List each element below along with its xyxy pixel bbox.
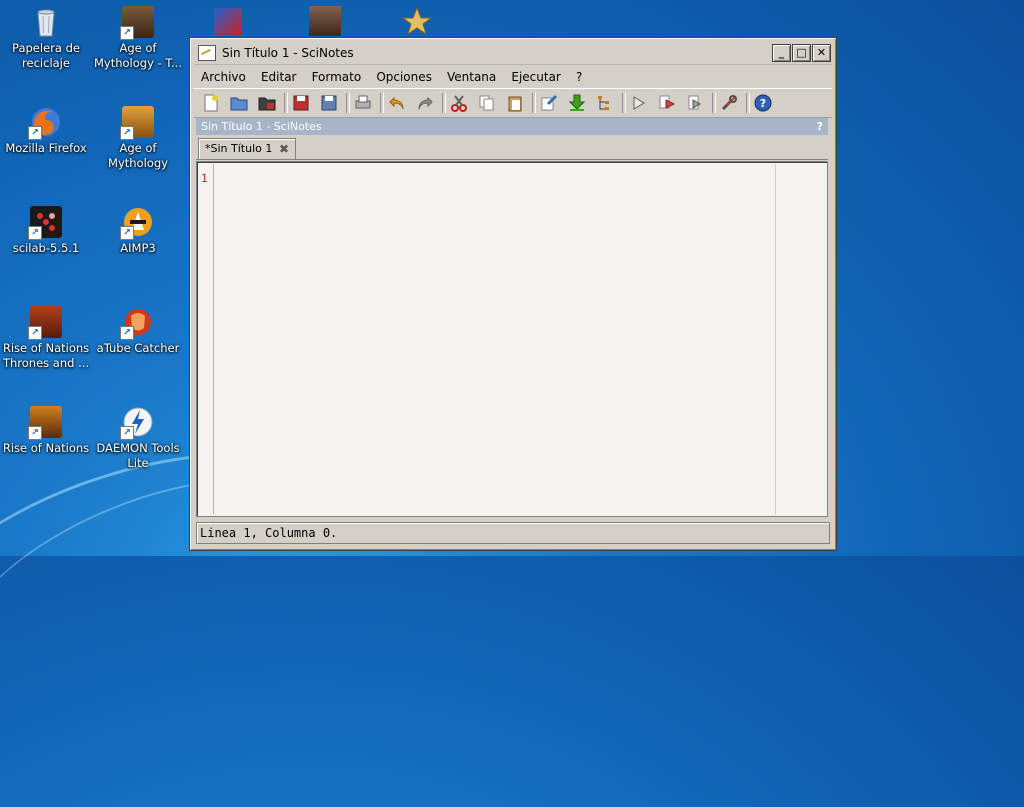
desktop-icon-rise-of-nations-thrones[interactable]: ↗ Rise of Nations Thrones and ... (0, 306, 92, 371)
document-help-icon[interactable]: ? (817, 118, 823, 135)
toolbar-separator (532, 93, 536, 113)
cursor-position-status: Linea 1, Columna 0. (200, 526, 338, 540)
minimize-button[interactable]: _ (772, 44, 791, 62)
firefox-icon: ↗ (28, 106, 62, 140)
recycle-bin-icon (30, 6, 62, 38)
undo-icon[interactable] (386, 92, 408, 114)
desktop-icon-atube-catcher[interactable]: ↗ aTube Catcher (92, 306, 184, 356)
desktop-icon-label: Papelera de reciclaje (12, 41, 80, 70)
desktop-icon-label: Age of Mythology (108, 141, 168, 170)
aimp-icon: ↗ (120, 206, 154, 240)
hidden-desktop-icon[interactable] (214, 8, 242, 36)
desktop-icon-aimp[interactable]: ↗ AIMP3 (92, 206, 184, 256)
toolbar-separator (284, 93, 288, 113)
save-icon[interactable] (290, 92, 312, 114)
menu-opciones[interactable]: Opciones (371, 68, 437, 86)
tree-view-icon[interactable] (594, 92, 616, 114)
toolbar-separator (622, 93, 626, 113)
age-of-mythology-icon: ↗ (120, 106, 154, 140)
tab-strip: *Sin Título 1 ✖ (196, 137, 828, 160)
desktop-icon-recycle-bin[interactable]: Papelera de reciclaje (0, 6, 92, 71)
age-of-mythology-titans-icon: ↗ (120, 6, 154, 40)
menu-ventana[interactable]: Ventana (442, 68, 501, 86)
maximize-button[interactable]: □ (792, 44, 811, 62)
close-button[interactable]: ✕ (812, 44, 831, 62)
document-header-title: Sin Título 1 - SciNotes (201, 120, 322, 133)
desktop-icon-daemon-tools[interactable]: ↗ DAEMON Tools Lite (92, 406, 184, 471)
desktop-icon-label: DAEMON Tools Lite (96, 441, 180, 470)
cut-icon[interactable] (448, 92, 470, 114)
menu-bar: Archivo Editar Formato Opciones Ventana … (196, 66, 587, 86)
download-icon[interactable] (566, 92, 588, 114)
help-icon[interactable]: ? (752, 92, 774, 114)
toolbar-separator (746, 93, 750, 113)
toolbar-separator (380, 93, 384, 113)
svg-text:?: ? (760, 97, 766, 110)
save-as-icon[interactable] (318, 92, 340, 114)
scinotes-app-icon (198, 45, 216, 61)
desktop-icon-firefox[interactable]: ↗ Mozilla Firefox (0, 106, 92, 156)
toolbar-separator (346, 93, 350, 113)
new-file-icon[interactable] (200, 92, 222, 114)
close-tab-icon[interactable]: ✖ (279, 139, 289, 159)
code-editor[interactable]: 1 (196, 161, 828, 517)
scilab-icon: ↗ (28, 206, 62, 240)
execute-file-icon[interactable] (656, 92, 678, 114)
hidden-desktop-icon[interactable] (401, 6, 433, 36)
desktop-icon-label: Age of Mythology - T... (94, 41, 182, 70)
status-bar: Linea 1, Columna 0. (196, 522, 830, 544)
toolbar-separator (442, 93, 446, 113)
menu-help[interactable]: ? (571, 68, 587, 86)
paste-icon[interactable] (504, 92, 526, 114)
desktop-icon-rise-of-nations[interactable]: ↗ Rise of Nations (0, 406, 92, 456)
window-title: Sin Título 1 - SciNotes (222, 46, 354, 60)
desktop-icon-label: AIMP3 (120, 241, 156, 255)
toolbar: ? (194, 88, 832, 118)
desktop-icon-label: scilab-5.5.1 (12, 241, 80, 255)
tab-label: *Sin Título 1 (205, 142, 273, 155)
tab-sin-titulo-1[interactable]: *Sin Título 1 ✖ (198, 138, 296, 159)
desktop-icon-label: Rise of Nations (2, 441, 90, 455)
open-recent-icon[interactable] (256, 92, 278, 114)
scinotes-window[interactable]: Sin Título 1 - SciNotes _ □ ✕ Archivo Ed… (189, 37, 837, 551)
desktop-icon-age-of-mythology-titans[interactable]: ↗ Age of Mythology - T... (92, 6, 184, 71)
desktop-icon-scilab[interactable]: ↗ scilab-5.5.1 (0, 206, 92, 256)
menu-archivo[interactable]: Archivo (196, 68, 251, 86)
atube-catcher-icon: ↗ (120, 306, 154, 340)
open-folder-icon[interactable] (228, 92, 250, 114)
daemon-tools-icon: ↗ (120, 406, 154, 440)
menu-formato[interactable]: Formato (307, 68, 367, 86)
title-bar[interactable]: Sin Título 1 - SciNotes _ □ ✕ (194, 42, 832, 65)
hidden-desktop-icon[interactable] (309, 6, 341, 36)
execute-selection-icon[interactable] (684, 92, 706, 114)
tools-icon[interactable] (718, 92, 740, 114)
menu-editar[interactable]: Editar (256, 68, 302, 86)
redo-icon[interactable] (414, 92, 436, 114)
rise-of-nations-thrones-icon: ↗ (28, 306, 62, 340)
find-replace-icon[interactable] (538, 92, 560, 114)
document-header: Sin Título 1 - SciNotes ? (196, 118, 828, 135)
line-number-gutter: 1 (199, 164, 214, 514)
menu-ejecutar[interactable]: Ejecutar (506, 68, 566, 86)
toolbar-separator (712, 93, 716, 113)
desktop-icon-label: Rise of Nations Thrones and ... (2, 341, 90, 370)
desktop-icon-label: Mozilla Firefox (5, 141, 87, 155)
line-number: 1 (201, 172, 208, 185)
copy-icon[interactable] (476, 92, 498, 114)
rise-of-nations-icon: ↗ (28, 406, 62, 440)
execute-icon[interactable] (628, 92, 650, 114)
desktop-icon-label: aTube Catcher (96, 341, 180, 355)
right-margin-line (775, 164, 776, 514)
print-icon[interactable] (352, 92, 374, 114)
desktop-icon-age-of-mythology[interactable]: ↗ Age of Mythology (92, 106, 184, 171)
